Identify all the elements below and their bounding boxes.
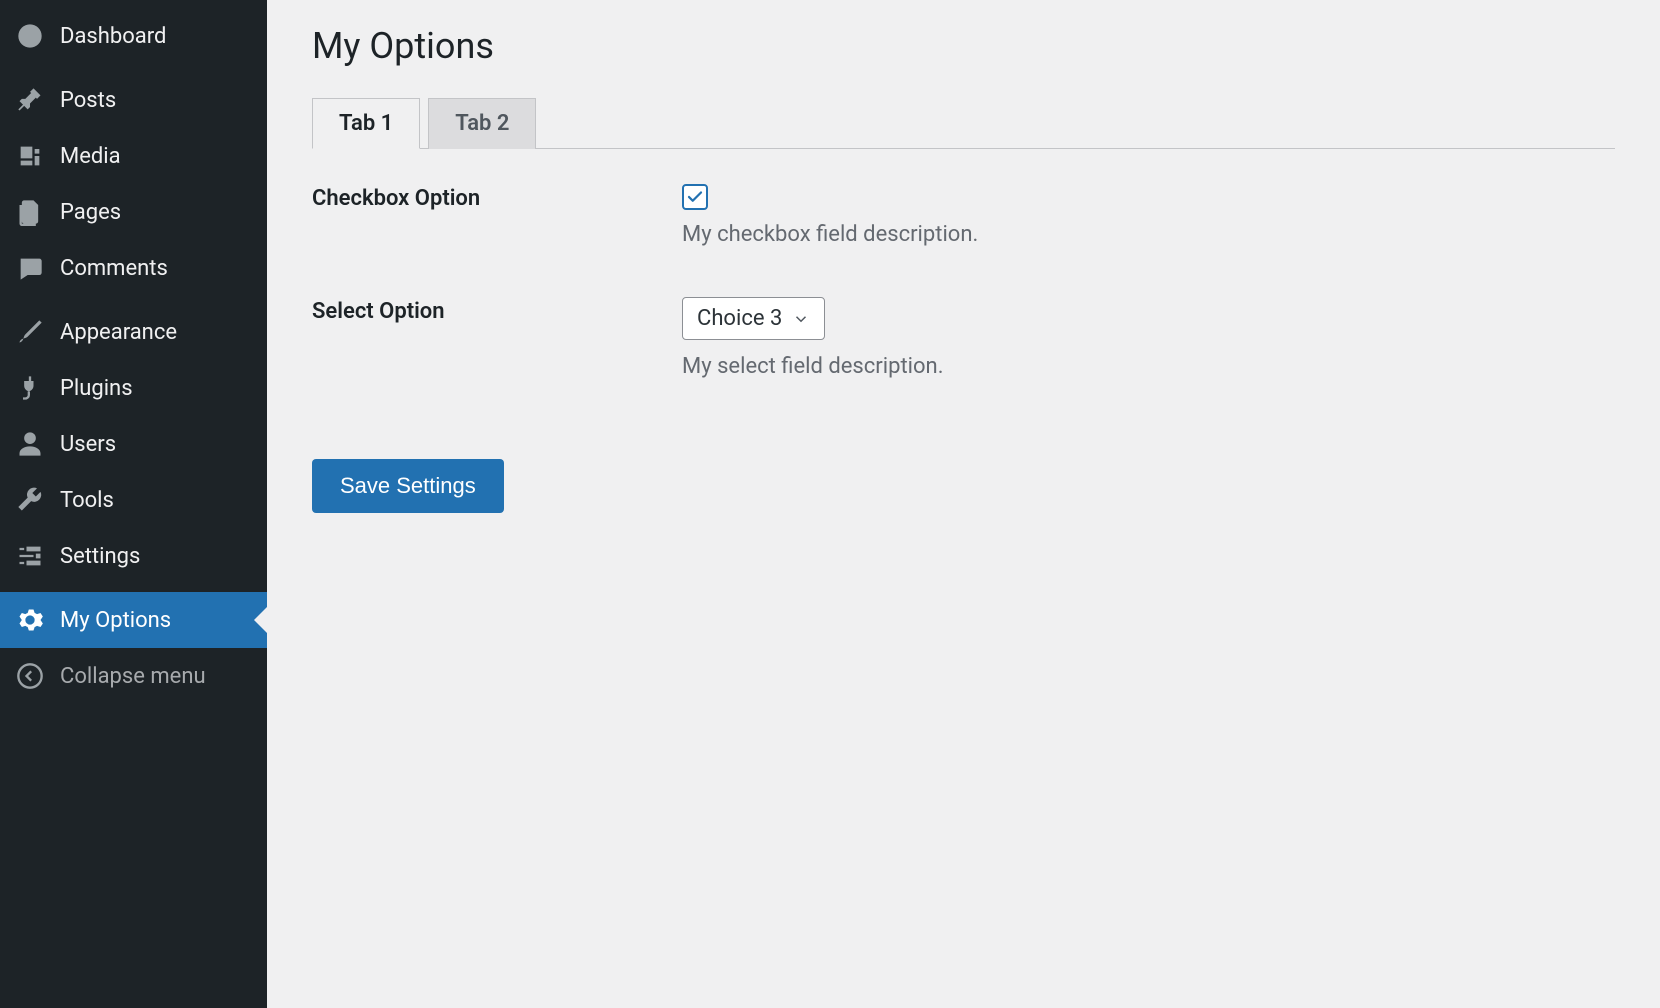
- tab-1[interactable]: Tab 1: [312, 98, 420, 149]
- pages-icon: [16, 198, 44, 226]
- sidebar-item-pages[interactable]: Pages: [0, 184, 267, 240]
- pin-icon: [16, 86, 44, 114]
- checkbox-input[interactable]: [682, 184, 708, 210]
- sidebar-item-dashboard[interactable]: Dashboard: [0, 8, 267, 64]
- media-icon: [16, 142, 44, 170]
- field-description: My checkbox field description.: [682, 222, 1615, 247]
- page-title: My Options: [312, 25, 1615, 67]
- sidebar-item-users[interactable]: Users: [0, 416, 267, 472]
- sidebar-item-plugins[interactable]: Plugins: [0, 360, 267, 416]
- field-control: Choice 3 My select field description.: [682, 297, 1615, 379]
- sidebar-item-label: Comments: [60, 256, 168, 281]
- sidebar-item-label: Tools: [60, 488, 114, 513]
- field-row-select: Select Option Choice 3 My select field d…: [312, 297, 1615, 379]
- select-value: Choice 3: [697, 306, 782, 331]
- tab-2[interactable]: Tab 2: [428, 98, 536, 149]
- comment-icon: [16, 254, 44, 282]
- sidebar-item-label: Settings: [60, 544, 140, 569]
- sidebar-item-label: Users: [60, 432, 116, 457]
- sidebar-item-label: Plugins: [60, 376, 133, 401]
- gear-icon: [16, 606, 44, 634]
- sidebar-item-tools[interactable]: Tools: [0, 472, 267, 528]
- sidebar-item-my-options[interactable]: My Options: [0, 592, 267, 648]
- sidebar-item-label: Appearance: [60, 320, 177, 345]
- field-label: Checkbox Option: [312, 184, 682, 247]
- main-content: My Options Tab 1 Tab 2 Checkbox Option M…: [267, 0, 1660, 1008]
- tab-label: Tab 2: [455, 111, 509, 136]
- wrench-icon: [16, 486, 44, 514]
- select-input[interactable]: Choice 3: [682, 297, 825, 340]
- sidebar-item-media[interactable]: Media: [0, 128, 267, 184]
- brush-icon: [16, 318, 44, 346]
- sidebar-item-appearance[interactable]: Appearance: [0, 304, 267, 360]
- dashboard-icon: [16, 22, 44, 50]
- field-label: Select Option: [312, 297, 682, 379]
- settings-form: Checkbox Option My checkbox field descri…: [312, 184, 1615, 379]
- sliders-icon: [16, 542, 44, 570]
- collapse-icon: [16, 662, 44, 690]
- field-control: My checkbox field description.: [682, 184, 1615, 247]
- user-icon: [16, 430, 44, 458]
- sidebar-item-label: My Options: [60, 608, 171, 633]
- save-button[interactable]: Save Settings: [312, 459, 504, 513]
- admin-sidebar: Dashboard Posts Media Pages Comments App…: [0, 0, 267, 1008]
- sidebar-item-label: Posts: [60, 88, 116, 113]
- sidebar-item-comments[interactable]: Comments: [0, 240, 267, 296]
- field-description: My select field description.: [682, 354, 1615, 379]
- field-row-checkbox: Checkbox Option My checkbox field descri…: [312, 184, 1615, 247]
- tab-label: Tab 1: [339, 111, 393, 136]
- sidebar-item-settings[interactable]: Settings: [0, 528, 267, 584]
- sidebar-item-label: Pages: [60, 200, 121, 225]
- chevron-down-icon: [792, 310, 810, 328]
- tabs-nav: Tab 1 Tab 2: [312, 97, 1615, 149]
- sidebar-item-label: Media: [60, 144, 121, 169]
- sidebar-collapse[interactable]: Collapse menu: [0, 648, 267, 704]
- sidebar-item-posts[interactable]: Posts: [0, 72, 267, 128]
- plug-icon: [16, 374, 44, 402]
- sidebar-item-label: Dashboard: [60, 24, 166, 49]
- sidebar-collapse-label: Collapse menu: [60, 664, 206, 689]
